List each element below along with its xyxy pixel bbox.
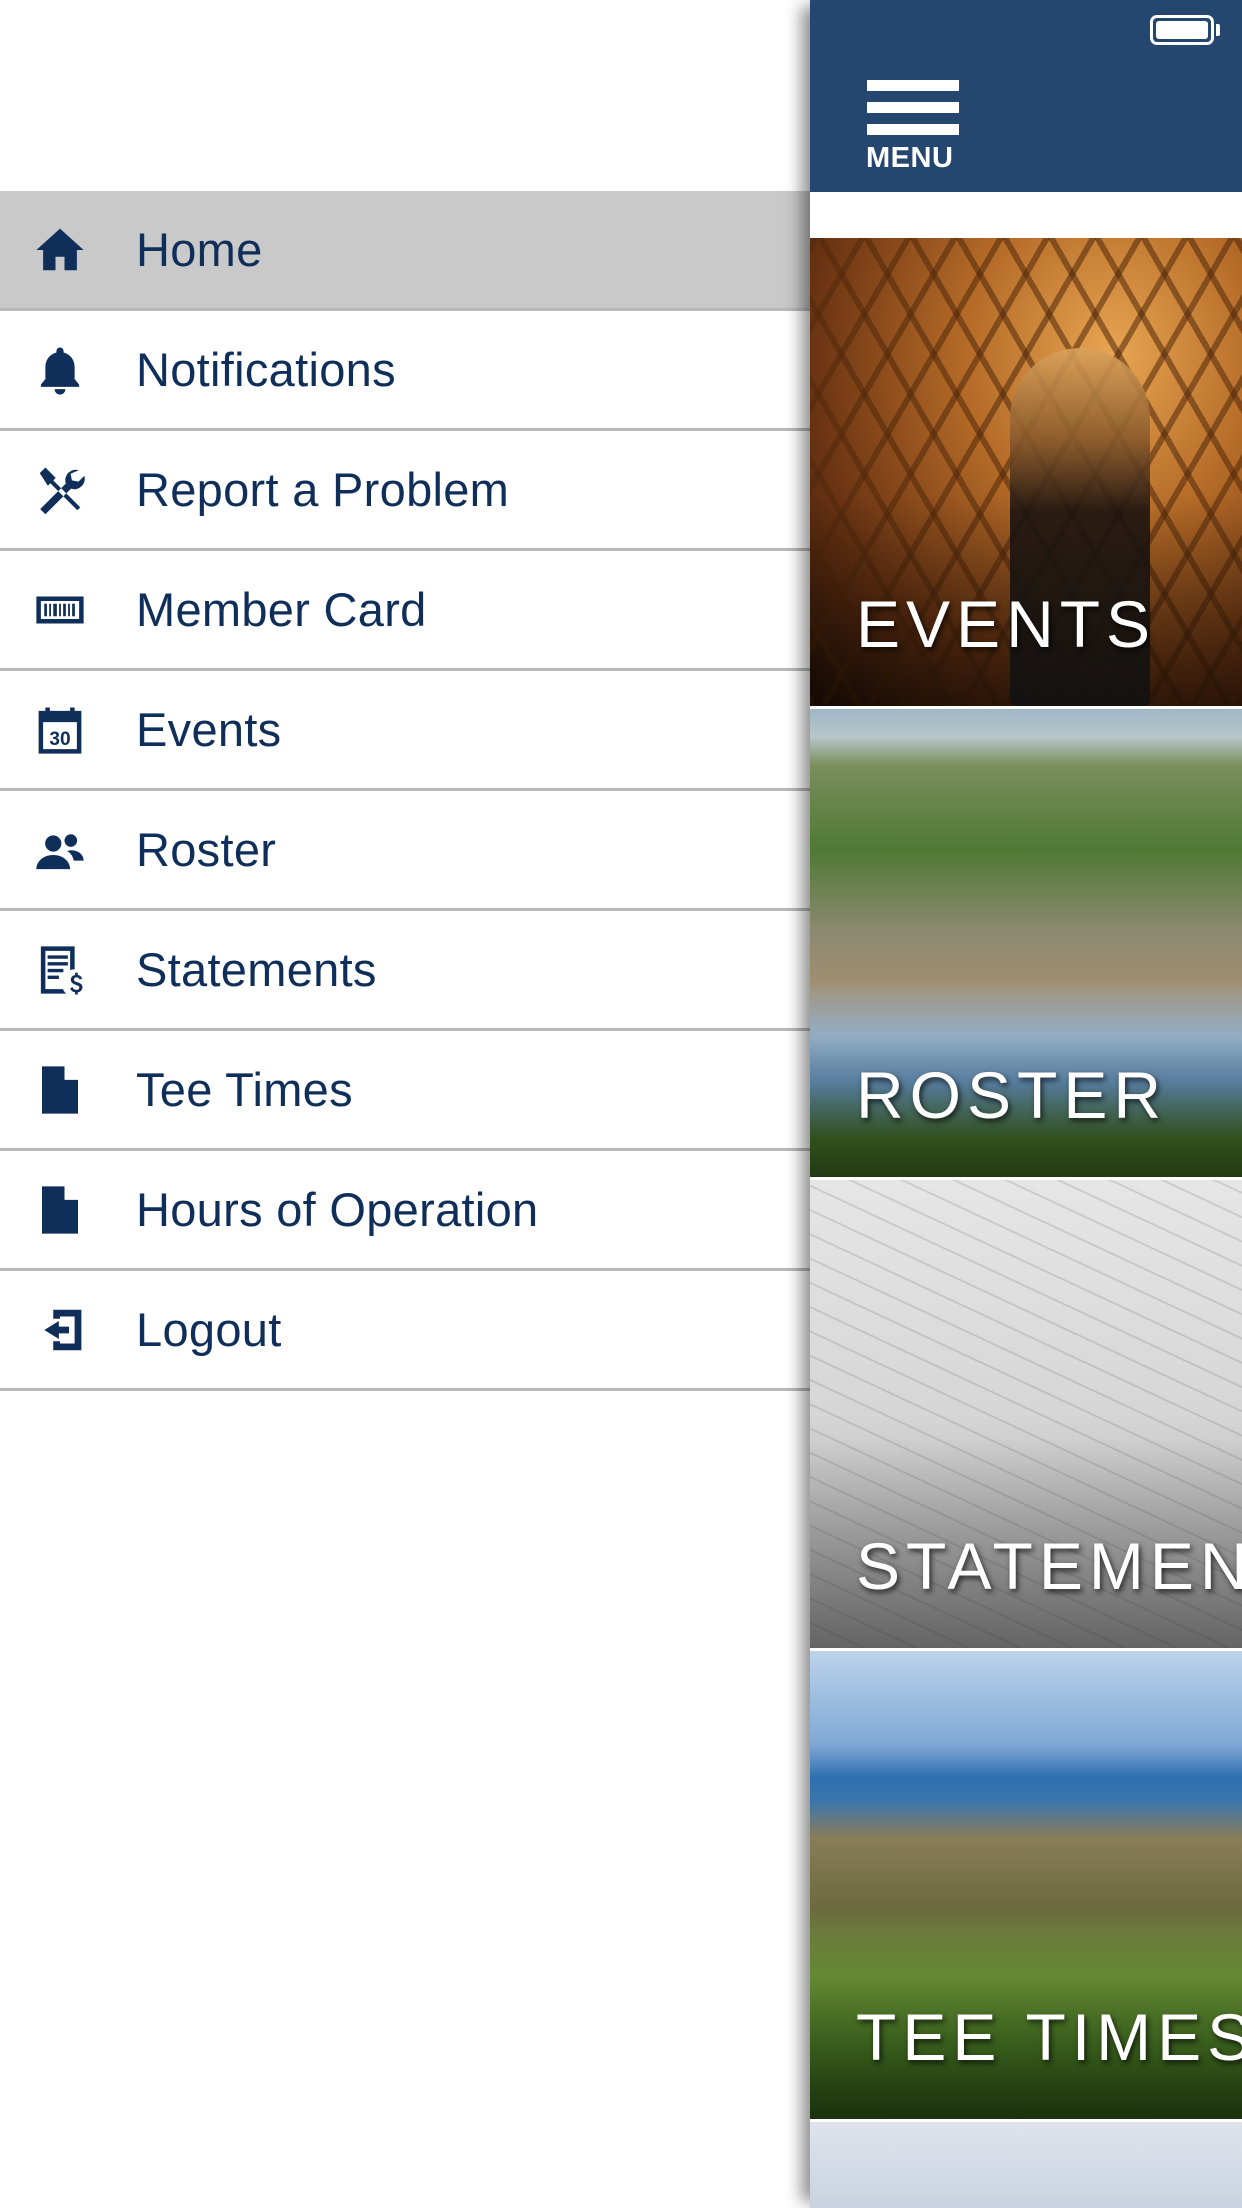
tile-label: TEE TIMES xyxy=(856,2000,1242,2074)
drawer-item-roster[interactable]: Roster xyxy=(0,791,810,911)
battery-level xyxy=(1156,21,1208,39)
drawer-item-tee-times[interactable]: Tee Times xyxy=(0,1031,810,1151)
tile-tee-times[interactable]: TEE TIMES xyxy=(810,1651,1242,2119)
menu-button-label: MENU xyxy=(866,142,954,174)
document-icon xyxy=(30,1180,90,1240)
calendar-icon: 30 xyxy=(30,700,90,760)
tools-icon xyxy=(30,460,90,520)
battery-tip xyxy=(1216,24,1220,36)
top-bar: MENU xyxy=(810,0,1242,192)
menu-button[interactable]: MENU xyxy=(866,80,967,175)
drawer-item-events[interactable]: 30 Events xyxy=(0,671,810,791)
drawer-item-member-card[interactable]: Member Card xyxy=(0,551,810,671)
calendar-day-text: 30 xyxy=(49,728,70,749)
tile-statements[interactable]: STATEMENTS xyxy=(810,1180,1242,1648)
statement-icon xyxy=(30,940,90,1000)
home-panel: MENU EVENTS ROSTER STATEMENTS TEE TIMES xyxy=(810,0,1242,2208)
tile-label: EVENTS xyxy=(856,587,1157,661)
drawer-item-label: Member Card xyxy=(136,583,427,636)
home-icon xyxy=(30,220,90,280)
logout-icon xyxy=(30,1300,90,1360)
drawer-item-hours-of-operation[interactable]: Hours of Operation xyxy=(0,1151,810,1271)
drawer-item-label: Report a Problem xyxy=(136,463,510,516)
drawer-item-report-a-problem[interactable]: Report a Problem xyxy=(0,431,810,551)
tile-next-partial[interactable] xyxy=(810,2122,1242,2208)
drawer-item-label: Statements xyxy=(136,943,377,996)
drawer-item-label: Hours of Operation xyxy=(136,1183,539,1236)
drawer-menu: Home Notifications Report a Problem Memb… xyxy=(0,191,810,1391)
drawer-item-logout[interactable]: Logout xyxy=(0,1271,810,1391)
barcode-card-icon xyxy=(30,580,90,640)
drawer-item-label: Events xyxy=(136,703,282,756)
drawer-item-label: Logout xyxy=(136,1303,282,1356)
hamburger-icon xyxy=(867,80,959,140)
tile-roster[interactable]: ROSTER xyxy=(810,709,1242,1177)
bell-icon xyxy=(30,340,90,400)
drawer-item-home[interactable]: Home xyxy=(0,191,810,311)
drawer-item-statements[interactable]: Statements xyxy=(0,911,810,1031)
drawer-item-label: Notifications xyxy=(136,343,396,396)
battery-full-icon xyxy=(1150,15,1214,45)
tile-events[interactable]: EVENTS xyxy=(810,238,1242,706)
tile-label: ROSTER xyxy=(856,1058,1168,1132)
drawer-item-label: Tee Times xyxy=(136,1063,353,1116)
document-icon xyxy=(30,1060,90,1120)
drawer-item-label: Roster xyxy=(136,823,277,876)
navigation-drawer: Home Notifications Report a Problem Memb… xyxy=(0,0,810,2208)
drawer-item-notifications[interactable]: Notifications xyxy=(0,311,810,431)
people-icon xyxy=(30,820,90,880)
tile-label: STATEMENTS xyxy=(856,1529,1242,1603)
drawer-item-label: Home xyxy=(136,223,263,276)
